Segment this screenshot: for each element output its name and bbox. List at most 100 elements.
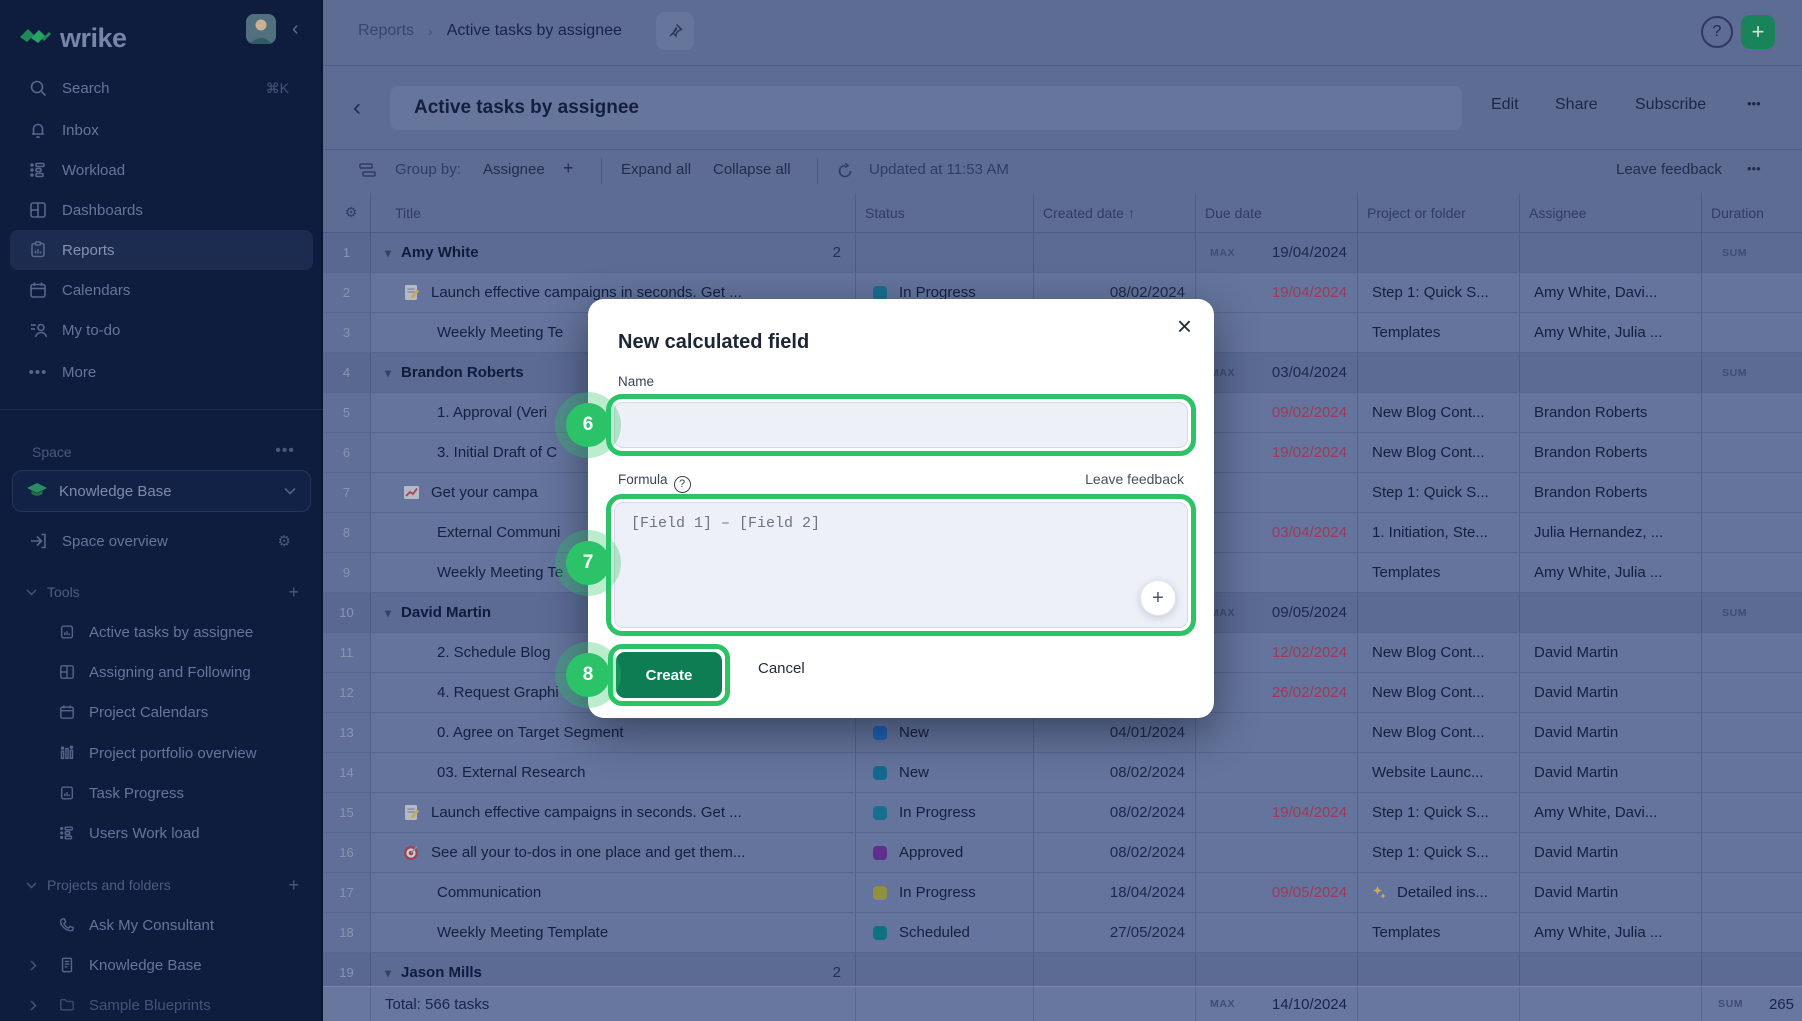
row-number: 9 <box>323 553 371 592</box>
modal-title: New calculated field <box>618 331 809 354</box>
formula-textarea[interactable]: [Field 1] – [Field 2] <box>614 502 1188 628</box>
group-icon[interactable] <box>359 163 376 178</box>
bell-icon <box>28 121 48 139</box>
col-header-created[interactable]: Created date ↑ <box>1034 193 1196 232</box>
collapse-all-button[interactable]: Collapse all <box>713 161 791 178</box>
sidebar-item-sample-blueprints[interactable]: Sample Blueprints <box>10 985 313 1021</box>
formula-help-icon[interactable]: ? <box>674 476 691 493</box>
add-field-button[interactable]: + <box>1140 580 1176 616</box>
pin-button[interactable] <box>656 12 694 50</box>
memo-icon <box>402 803 421 822</box>
step-8-badge: 8 <box>566 653 610 697</box>
table-row[interactable]: 16 See all your to-dos in one place and … <box>323 833 1802 873</box>
chevron-down-icon[interactable]: ▾ <box>385 606 391 620</box>
name-input[interactable] <box>614 402 1188 448</box>
row-number: 5 <box>323 393 371 432</box>
title-more-button[interactable]: ••• <box>1747 96 1761 111</box>
subscribe-button[interactable]: Subscribe <box>1635 96 1706 114</box>
close-icon[interactable]: × <box>1177 313 1192 339</box>
leave-feedback-link[interactable]: Leave feedback <box>1616 161 1722 178</box>
step-7-badge: 7 <box>566 541 610 585</box>
table-row[interactable]: 15 Launch effective campaigns in seconds… <box>323 793 1802 833</box>
space-selector-knowledge-base[interactable]: Knowledge Base <box>12 470 311 512</box>
chevron-right-icon <box>30 960 37 971</box>
add-new-button[interactable]: + <box>1741 15 1775 49</box>
chevron-down-icon[interactable]: ▾ <box>385 246 391 260</box>
col-header-assignee[interactable]: Assignee <box>1520 193 1702 232</box>
sidebar-item-search[interactable]: Search ⌘K <box>10 68 313 108</box>
table-settings-gear-icon[interactable]: ⚙ <box>323 193 371 232</box>
sidebar-item-my-todo[interactable]: My to-do <box>10 310 313 350</box>
tools-section-header[interactable]: Tools + <box>0 572 323 612</box>
create-button[interactable]: Create <box>616 652 722 698</box>
sum-label: SUM <box>1722 367 1747 379</box>
cancel-button[interactable]: Cancel <box>758 660 805 677</box>
refresh-icon[interactable] <box>837 163 853 179</box>
table-row-group[interactable]: 1 ▾Amy White2 MAX19/04/2024 SUM <box>323 233 1802 273</box>
group-by-value[interactable]: Assignee <box>483 161 545 178</box>
expand-all-button[interactable]: Expand all <box>621 161 691 178</box>
col-header-status[interactable]: Status <box>856 193 1034 232</box>
table-row[interactable]: 13 0. Agree on Target Segment New 04/01/… <box>323 713 1802 753</box>
sidebar-item-project-calendars[interactable]: Project Calendars <box>10 692 313 732</box>
chevron-down-icon[interactable]: ▾ <box>385 366 391 380</box>
sidebar-item-calendars[interactable]: Calendars <box>10 270 313 310</box>
toolbar-more-button[interactable]: ••• <box>1747 161 1761 176</box>
sidebar-item-space-overview[interactable]: Space overview ⚙ <box>10 521 313 561</box>
sidebar-item-users-work-load[interactable]: Users Work load <box>10 813 313 853</box>
chevron-down-icon[interactable]: ▾ <box>385 966 391 980</box>
table-row[interactable]: 18 Weekly Meeting Template Scheduled 27/… <box>323 913 1802 953</box>
table-total-bar: Total: 566 tasks MAX14/10/2024 SUM265 <box>323 986 1802 1021</box>
col-header-project[interactable]: Project or folder <box>1358 193 1520 232</box>
breadcrumb-reports[interactable]: Reports <box>358 22 414 40</box>
back-chevron-icon[interactable]: ‹ <box>353 94 361 122</box>
sidebar-item-label: Search <box>62 80 110 97</box>
col-header-duration[interactable]: Duration <box>1702 193 1802 232</box>
add-tool-icon[interactable]: + <box>288 582 299 603</box>
col-header-title[interactable]: Title <box>371 193 856 232</box>
help-button[interactable]: ? <box>1701 16 1733 48</box>
table-row[interactable]: 17 Communication In Progress 18/04/2024 … <box>323 873 1802 913</box>
sidebar-item-dashboards[interactable]: Dashboards <box>10 190 313 230</box>
avatar[interactable] <box>246 14 276 44</box>
add-group-icon[interactable]: + <box>563 158 574 179</box>
sidebar-item-assigning-and-following[interactable]: Assigning and Following <box>10 652 313 692</box>
sidebar-item-label: Ask My Consultant <box>89 917 214 934</box>
chevron-down-icon <box>26 589 37 596</box>
report-title-input[interactable]: Active tasks by assignee <box>390 86 1462 130</box>
sum-label: SUM <box>1718 998 1743 1010</box>
sidebar-item-label: Sample Blueprints <box>89 997 211 1014</box>
sidebar-item-more[interactable]: ••• More <box>10 352 313 392</box>
breadcrumb-current: Active tasks by assignee <box>447 22 622 40</box>
task-title: Get your campa <box>431 484 538 501</box>
sidebar-item-knowledge-base-folder[interactable]: Knowledge Base <box>10 945 313 985</box>
total-max-date: 14/10/2024 <box>1272 996 1347 1013</box>
portfolio-tool-icon <box>57 745 77 761</box>
task-title: Weekly Meeting Template <box>371 913 856 952</box>
edit-button[interactable]: Edit <box>1491 96 1519 114</box>
add-project-icon[interactable]: + <box>288 875 299 896</box>
row-number: 18 <box>323 913 371 952</box>
row-number: 14 <box>323 753 371 792</box>
sidebar-collapse-icon[interactable]: ‹ <box>292 18 299 41</box>
sidebar-item-task-progress[interactable]: Task Progress <box>10 773 313 813</box>
space-options-icon[interactable]: ••• <box>275 442 295 460</box>
col-header-due[interactable]: Due date <box>1196 193 1358 232</box>
projects-section-header[interactable]: Projects and folders + <box>0 865 323 905</box>
sidebar-item-active-tasks-by-assignee[interactable]: Active tasks by assignee <box>10 612 313 652</box>
row-number: 10 <box>323 593 371 632</box>
sort-asc-icon: ↑ <box>1128 205 1135 221</box>
gear-icon[interactable]: ⚙ <box>278 532 291 550</box>
share-button[interactable]: Share <box>1555 96 1598 114</box>
sidebar-item-workload[interactable]: Workload <box>10 150 313 190</box>
table-row[interactable]: 14 03. External Research New 08/02/2024 … <box>323 753 1802 793</box>
sidebar-item-reports[interactable]: Reports <box>10 230 313 270</box>
more-icon: ••• <box>28 364 48 381</box>
sidebar-item-ask-my-consultant[interactable]: Ask My Consultant <box>10 905 313 945</box>
sum-label: SUM <box>1722 607 1747 619</box>
sidebar-item-label: Users Work load <box>89 825 200 842</box>
sidebar-item-inbox[interactable]: Inbox <box>10 110 313 150</box>
modal-leave-feedback-link[interactable]: Leave feedback <box>1085 471 1184 487</box>
sidebar-item-project-portfolio-overview[interactable]: Project portfolio overview <box>10 733 313 773</box>
chevron-down-icon <box>26 882 37 889</box>
